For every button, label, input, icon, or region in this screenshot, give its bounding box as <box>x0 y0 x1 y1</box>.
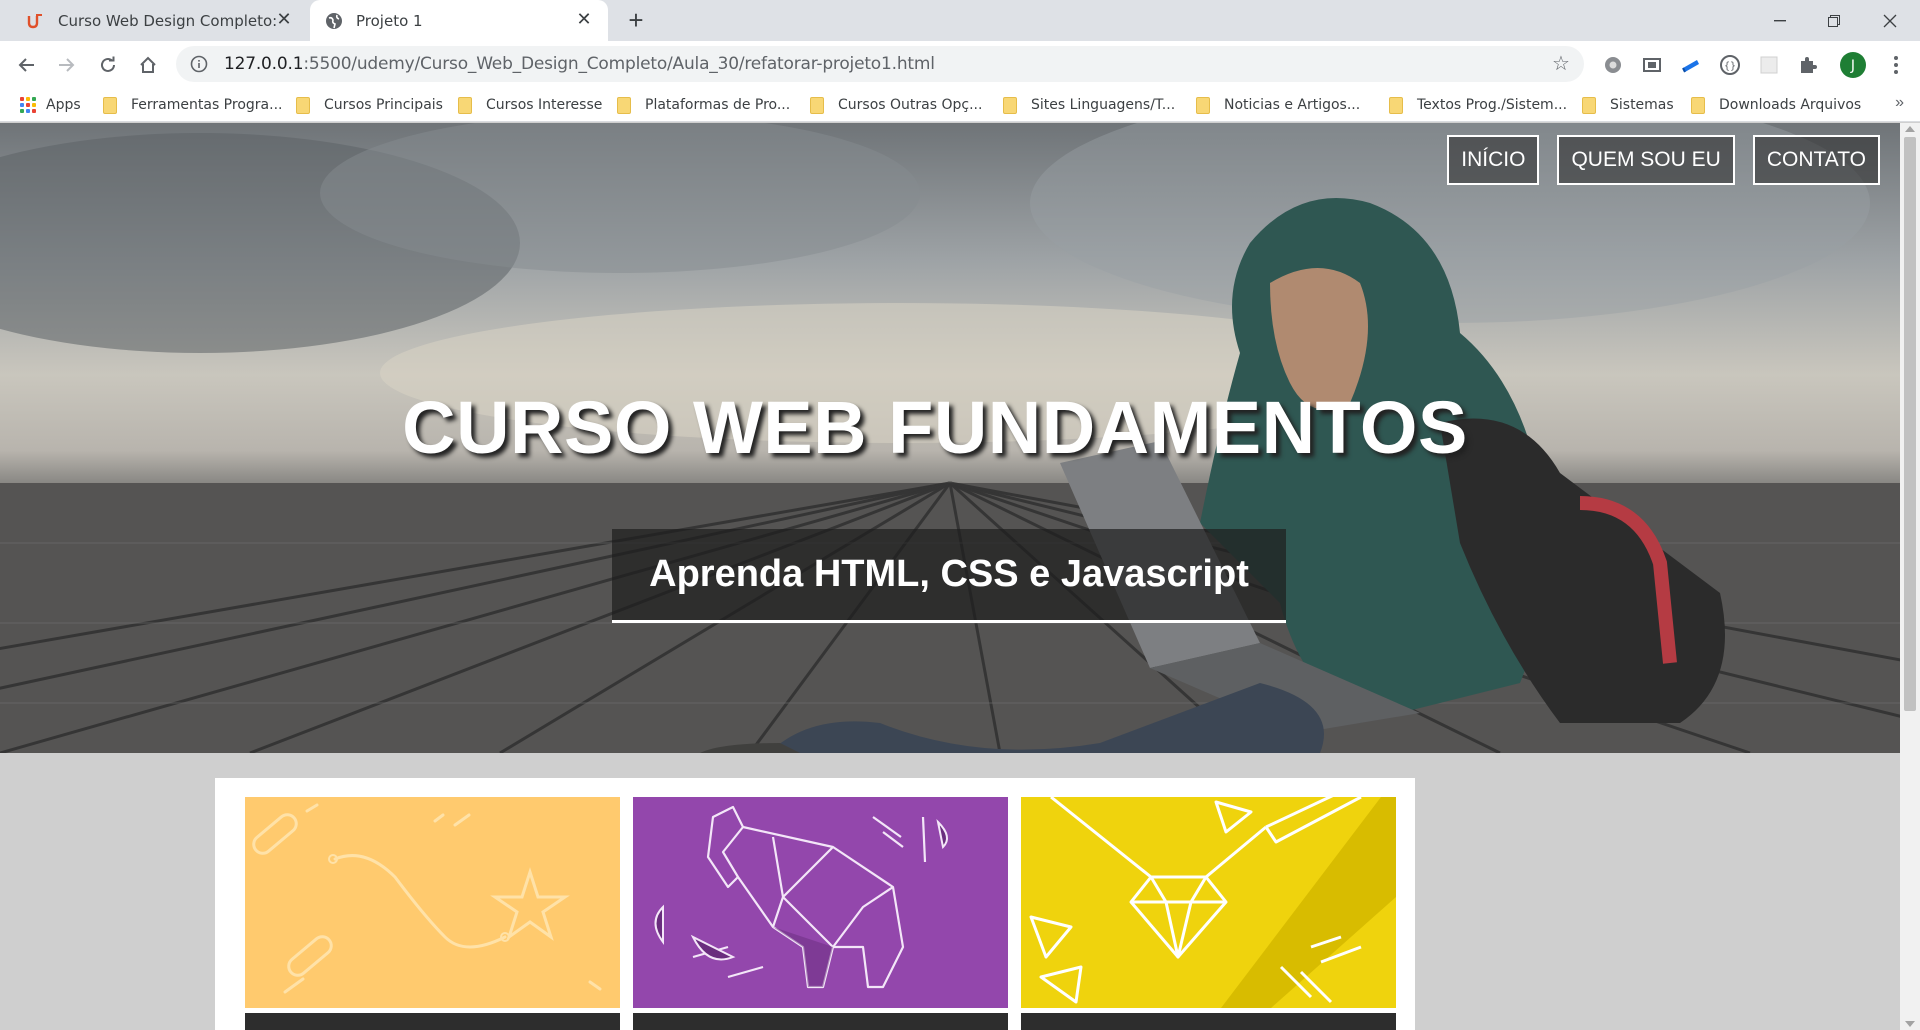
folder-icon <box>1003 96 1017 114</box>
folder-icon <box>1389 96 1403 114</box>
folder-icon <box>1691 96 1705 114</box>
back-icon[interactable] <box>10 49 42 81</box>
bookmark-label: Sistemas <box>1610 97 1674 113</box>
screenshot-icon[interactable] <box>1640 53 1664 77</box>
folder-icon <box>810 96 824 114</box>
bookmark-folder[interactable]: Downloads Arquivos <box>1691 95 1861 115</box>
svg-text:{}: {} <box>1724 61 1736 72</box>
url-host: 127.0.0.1 <box>224 54 304 74</box>
url-path: :5500/udemy/Curso_Web_Design_Completo/Au… <box>303 54 935 74</box>
folder-icon <box>1196 96 1210 114</box>
bookmark-label: Ferramentas Progra... <box>131 97 283 113</box>
bookmark-label: Plataformas de Pro... <box>645 97 791 113</box>
site-navigation: INÍCIO QUEM SOU EU CONTATO <box>1447 135 1880 185</box>
profile-initial: J <box>1850 58 1855 74</box>
content-container <box>215 778 1415 1030</box>
home-icon[interactable] <box>132 49 164 81</box>
bookmark-label: Downloads Arquivos <box>1719 97 1862 113</box>
address-bar[interactable]: 127.0.0.1:5500/udemy/Curso_Web_Design_Co… <box>176 46 1584 82</box>
page-viewport: INÍCIO QUEM SOU EU CONTATO CURSO WEB FUN… <box>0 123 1900 1030</box>
restore-icon[interactable] <box>1806 0 1862 41</box>
new-tab-button[interactable]: + <box>622 6 650 34</box>
bookmark-folder[interactable]: Sites Linguagens/T... <box>1003 95 1175 115</box>
folder-icon <box>1582 96 1596 114</box>
extensions-puzzle-icon[interactable] <box>1796 53 1820 77</box>
folder-icon <box>458 96 472 114</box>
bookmark-apps[interactable]: Apps <box>20 95 81 115</box>
bookmark-folder[interactable]: Noticias e Artigos... <box>1196 95 1360 115</box>
scroll-up-arrow-icon[interactable] <box>1905 126 1915 132</box>
folder-icon <box>617 96 631 114</box>
bookmarks-bar: Apps Ferramentas Progra... Cursos Princi… <box>0 88 1920 122</box>
bookmark-folder[interactable]: Ferramentas Progra... <box>103 95 282 115</box>
profile-avatar[interactable]: J <box>1839 51 1867 79</box>
folder-icon <box>103 96 117 114</box>
course-card-orange[interactable] <box>245 797 620 1030</box>
card-caption-bar <box>633 1013 1008 1030</box>
info-icon[interactable] <box>188 53 210 75</box>
forward-icon[interactable] <box>51 49 83 81</box>
star-path-illustration <box>245 797 620 1008</box>
blank-extension-icon[interactable] <box>1757 53 1781 77</box>
close-window-icon[interactable] <box>1862 0 1918 41</box>
card-caption-bar <box>245 1013 620 1030</box>
bookmark-folder[interactable]: Sistemas <box>1582 95 1674 115</box>
folder-icon <box>296 96 310 114</box>
course-card-yellow[interactable] <box>1021 797 1396 1030</box>
tab-projeto-1[interactable]: Projeto 1 ✕ <box>310 0 608 41</box>
bookmark-label: Noticias e Artigos... <box>1224 97 1361 113</box>
bookmark-label: Cursos Principais <box>324 97 443 113</box>
url-text: 127.0.0.1:5500/udemy/Curso_Web_Design_Co… <box>224 54 935 74</box>
code-extension-icon[interactable]: {} <box>1718 53 1742 77</box>
apps-grid-icon <box>20 97 36 113</box>
scroll-down-arrow-icon[interactable] <box>1905 1021 1915 1027</box>
hero-banner: INÍCIO QUEM SOU EU CONTATO CURSO WEB FUN… <box>0 123 1900 753</box>
tab-title: Projeto 1 <box>356 11 423 30</box>
bookmark-label: Apps <box>46 97 81 113</box>
editor-extension-icon[interactable] <box>1679 53 1703 77</box>
nav-link-contato[interactable]: CONTATO <box>1752 135 1880 185</box>
scrollbar-thumb[interactable] <box>1904 137 1916 711</box>
close-tab-icon[interactable]: ✕ <box>274 10 294 30</box>
nav-link-quem-sou-eu[interactable]: QUEM SOU EU <box>1557 135 1735 185</box>
menu-dots-icon[interactable] <box>1884 53 1908 77</box>
close-tab-icon[interactable]: ✕ <box>574 10 594 30</box>
bookmark-folder[interactable]: Cursos Principais <box>296 95 443 115</box>
bookmark-star-icon[interactable]: ☆ <box>1550 53 1572 75</box>
bookmark-label: Textos Prog./Sistem... <box>1417 97 1568 113</box>
extension-gear-icon[interactable] <box>1601 53 1625 77</box>
bookmark-label: Sites Linguagens/T... <box>1031 97 1176 113</box>
card-caption-bar <box>1021 1013 1396 1030</box>
bookmarks-overflow-button[interactable]: » <box>1895 94 1904 112</box>
bookmark-folder[interactable]: Textos Prog./Sistem... <box>1389 95 1567 115</box>
hero-title: CURSO WEB FUNDAMENTOS <box>402 386 1468 469</box>
tab-title: Curso Web Design Completo: HT <box>58 11 278 30</box>
bookmark-folder[interactable]: Plataformas de Pro... <box>617 95 790 115</box>
bookmark-folder[interactable]: Cursos Interesse <box>458 95 602 115</box>
tab-strip: Curso Web Design Completo: HT ✕ Projeto … <box>0 0 1920 41</box>
minimize-icon[interactable] <box>1752 0 1808 41</box>
nav-link-inicio[interactable]: INÍCIO <box>1447 135 1540 185</box>
udemy-icon <box>26 11 46 31</box>
bookmark-folder[interactable]: Cursos Outras Opç... <box>810 95 982 115</box>
globe-icon <box>324 11 344 31</box>
page-scrollbar[interactable] <box>1900 123 1920 1030</box>
diamond-pen-illustration <box>1021 797 1396 1008</box>
course-card-purple[interactable] <box>633 797 1008 1030</box>
bookmark-label: Cursos Outras Opç... <box>838 97 983 113</box>
reload-icon[interactable] <box>92 49 124 81</box>
browser-toolbar: 127.0.0.1:5500/udemy/Curso_Web_Design_Co… <box>0 41 1920 88</box>
hero-subtitle: Aprenda HTML, CSS e Javascript <box>612 529 1286 623</box>
origami-elephant-illustration <box>633 797 1008 1008</box>
tab-udemy[interactable]: Curso Web Design Completo: HT ✕ <box>12 0 308 41</box>
bookmark-label: Cursos Interesse <box>486 97 603 113</box>
